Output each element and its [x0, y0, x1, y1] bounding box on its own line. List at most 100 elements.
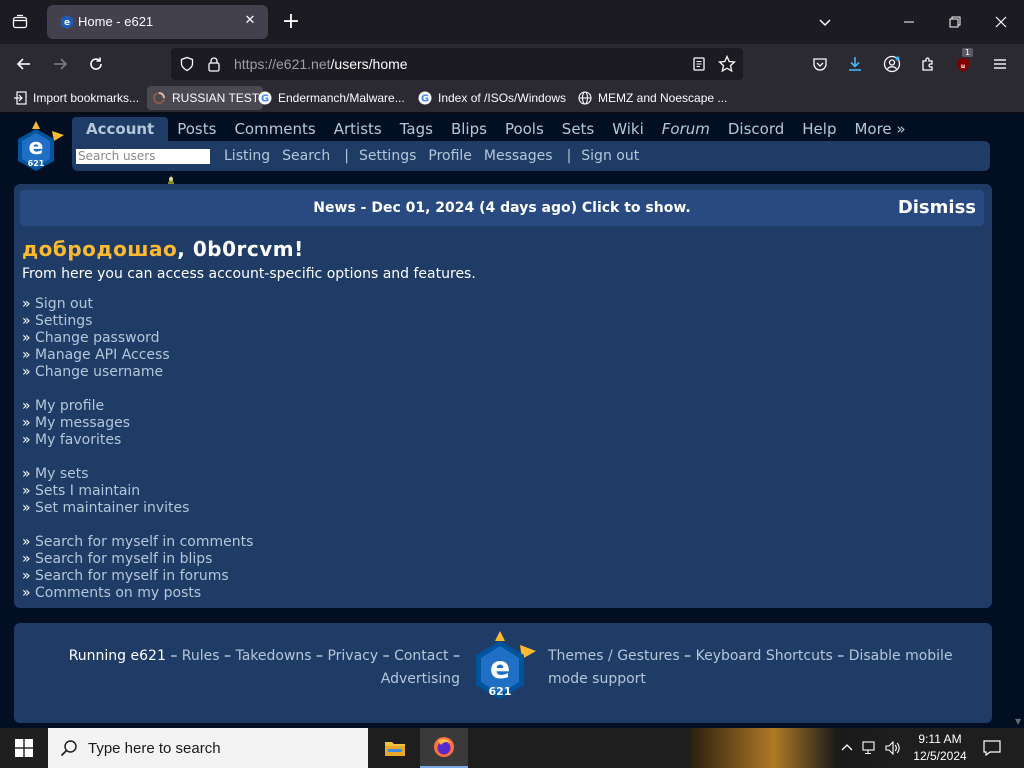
bullet: »: [22, 432, 31, 448]
footer-rules-link[interactable]: Rules: [182, 648, 220, 664]
news-text[interactable]: News - Dec 01, 2024 (4 days ago) Click t…: [20, 200, 984, 216]
menu-icon[interactable]: [988, 52, 1012, 76]
bookmark-index-isos[interactable]: G Index of /ISOs/Windows: [413, 86, 570, 110]
change-password-link[interactable]: Change password: [35, 330, 160, 346]
minimize-icon[interactable]: [897, 10, 921, 34]
google-icon: G: [257, 90, 273, 106]
footer-themes-link[interactable]: Themes / Gestures: [548, 648, 680, 664]
scroll-down-icon[interactable]: ▼: [1015, 717, 1021, 726]
restore-icon[interactable]: [943, 10, 967, 34]
nav-forum[interactable]: Forum: [653, 117, 719, 141]
bullet: »: [22, 347, 31, 363]
my-sets-link[interactable]: My sets: [35, 466, 89, 482]
search-users-input[interactable]: [76, 148, 210, 164]
bookmark-import[interactable]: Import bookmarks...: [8, 86, 143, 110]
bookmark-russian-test[interactable]: RUSSIAN TEST: [147, 86, 264, 110]
tab-home-e621[interactable]: e Home - e621 ✕: [47, 5, 268, 39]
svg-text:e: e: [29, 135, 44, 160]
svg-text:G: G: [421, 94, 429, 105]
nav-tags[interactable]: Tags: [391, 117, 442, 141]
subnav-messages[interactable]: Messages: [484, 148, 553, 164]
nav-pools[interactable]: Pools: [496, 117, 553, 141]
taskbar-search-box[interactable]: Type here to search: [48, 728, 368, 768]
notifications-icon[interactable]: [982, 738, 1002, 758]
my-favorites-link[interactable]: My favorites: [35, 432, 121, 448]
comments-on-my-posts-link[interactable]: Comments on my posts: [35, 585, 201, 601]
nav-help[interactable]: Help: [793, 117, 845, 141]
extensions-icon[interactable]: [916, 52, 940, 76]
list-item: » Set maintainer invites: [22, 500, 253, 517]
show-hidden-icons-icon[interactable]: [838, 738, 856, 758]
page-scrollbar[interactable]: ▼: [1014, 113, 1024, 728]
nav-posts[interactable]: Posts: [168, 117, 225, 141]
my-messages-link[interactable]: My messages: [35, 415, 130, 431]
sets-i-maintain-link[interactable]: Sets I maintain: [35, 483, 140, 499]
search-forums-link[interactable]: Search for myself in forums: [35, 568, 229, 584]
tab-list-icon[interactable]: [8, 10, 32, 34]
url-text[interactable]: https://e621.net/users/home: [234, 56, 408, 72]
search-blips-link[interactable]: Search for myself in blips: [35, 551, 212, 567]
pocket-icon[interactable]: [808, 52, 832, 76]
forward-icon[interactable]: [48, 52, 72, 76]
ublock-origin-icon[interactable]: u 1: [951, 48, 975, 76]
subnav-listing[interactable]: Listing: [210, 148, 270, 164]
downloads-icon[interactable]: [843, 52, 867, 76]
nav-blips[interactable]: Blips: [442, 117, 496, 141]
sign-out-link[interactable]: Sign out: [35, 296, 93, 312]
link-group: » Sign out » Settings » Change password …: [22, 296, 253, 381]
footer-keyboard-shortcuts-link[interactable]: Keyboard Shortcuts: [696, 648, 833, 664]
footer-contact-link[interactable]: Contact: [394, 648, 448, 664]
volume-icon[interactable]: [884, 738, 902, 758]
news-banner[interactable]: News - Dec 01, 2024 (4 days ago) Click t…: [20, 190, 984, 226]
search-comments-link[interactable]: Search for myself in comments: [35, 534, 253, 550]
browser-window: e Home - e621 ✕ + https://e621.net/users…: [0, 0, 1024, 728]
url-bar[interactable]: https://e621.net/users/home: [171, 48, 743, 80]
back-icon[interactable]: [12, 52, 36, 76]
subnav-sign-out[interactable]: Sign out: [573, 148, 639, 164]
globe-icon: [577, 90, 593, 106]
windows-start-icon[interactable]: [0, 728, 48, 768]
nav-wiki[interactable]: Wiki: [603, 117, 653, 141]
manage-api-access-link[interactable]: Manage API Access: [35, 347, 170, 363]
taskbar-clock[interactable]: 9:11 AM 12/5/2024: [908, 731, 972, 765]
nav-artists[interactable]: Artists: [325, 117, 391, 141]
account-icon[interactable]: [880, 52, 904, 76]
subnav-profile[interactable]: Profile: [428, 148, 472, 164]
file-explorer-icon[interactable]: [371, 728, 419, 768]
bookmark-endermanch[interactable]: G Endermanch/Malware...: [253, 86, 409, 110]
firefox-taskbar-icon[interactable]: [420, 728, 468, 768]
my-profile-link[interactable]: My profile: [35, 398, 104, 414]
change-username-link[interactable]: Change username: [35, 364, 163, 380]
greeting-word: добродошао: [22, 237, 178, 261]
footer-e621-logo-icon[interactable]: e 621: [466, 629, 540, 709]
nav-sets[interactable]: Sets: [553, 117, 603, 141]
subnav-settings[interactable]: Settings: [351, 148, 416, 164]
nav-comments[interactable]: Comments: [225, 117, 324, 141]
loading-icon: [151, 90, 167, 106]
new-tab-icon[interactable]: +: [280, 10, 302, 34]
shield-icon[interactable]: [179, 56, 195, 76]
footer-privacy-link[interactable]: Privacy: [327, 648, 378, 664]
footer-dash: –: [316, 648, 324, 664]
settings-link[interactable]: Settings: [35, 313, 92, 329]
bookmark-star-icon[interactable]: [717, 54, 737, 77]
bookmark-memz[interactable]: MEMZ and Noescape ...: [573, 86, 731, 110]
list-all-tabs-icon[interactable]: [813, 10, 837, 34]
tab-title: Home - e621: [78, 14, 154, 29]
tab-close-icon[interactable]: ✕: [242, 13, 258, 29]
nav-discord[interactable]: Discord: [719, 117, 793, 141]
network-icon[interactable]: [861, 738, 879, 758]
nav-account[interactable]: Account: [72, 117, 169, 141]
close-window-icon[interactable]: [989, 10, 1013, 34]
dismiss-button[interactable]: Dismiss: [898, 197, 976, 218]
e621-logo-icon[interactable]: e 621: [14, 119, 66, 177]
list-item: » Comments on my posts: [22, 585, 253, 602]
set-maintainer-invites-link[interactable]: Set maintainer invites: [35, 500, 189, 516]
subnav-search[interactable]: Search: [282, 148, 330, 164]
reader-view-icon[interactable]: [691, 56, 707, 76]
footer-takedowns-link[interactable]: Takedowns: [235, 648, 311, 664]
nav-more[interactable]: More »: [845, 117, 914, 141]
reload-icon[interactable]: [84, 52, 108, 76]
lock-icon[interactable]: [207, 56, 221, 76]
footer-advertising-link[interactable]: Advertising: [381, 671, 460, 687]
